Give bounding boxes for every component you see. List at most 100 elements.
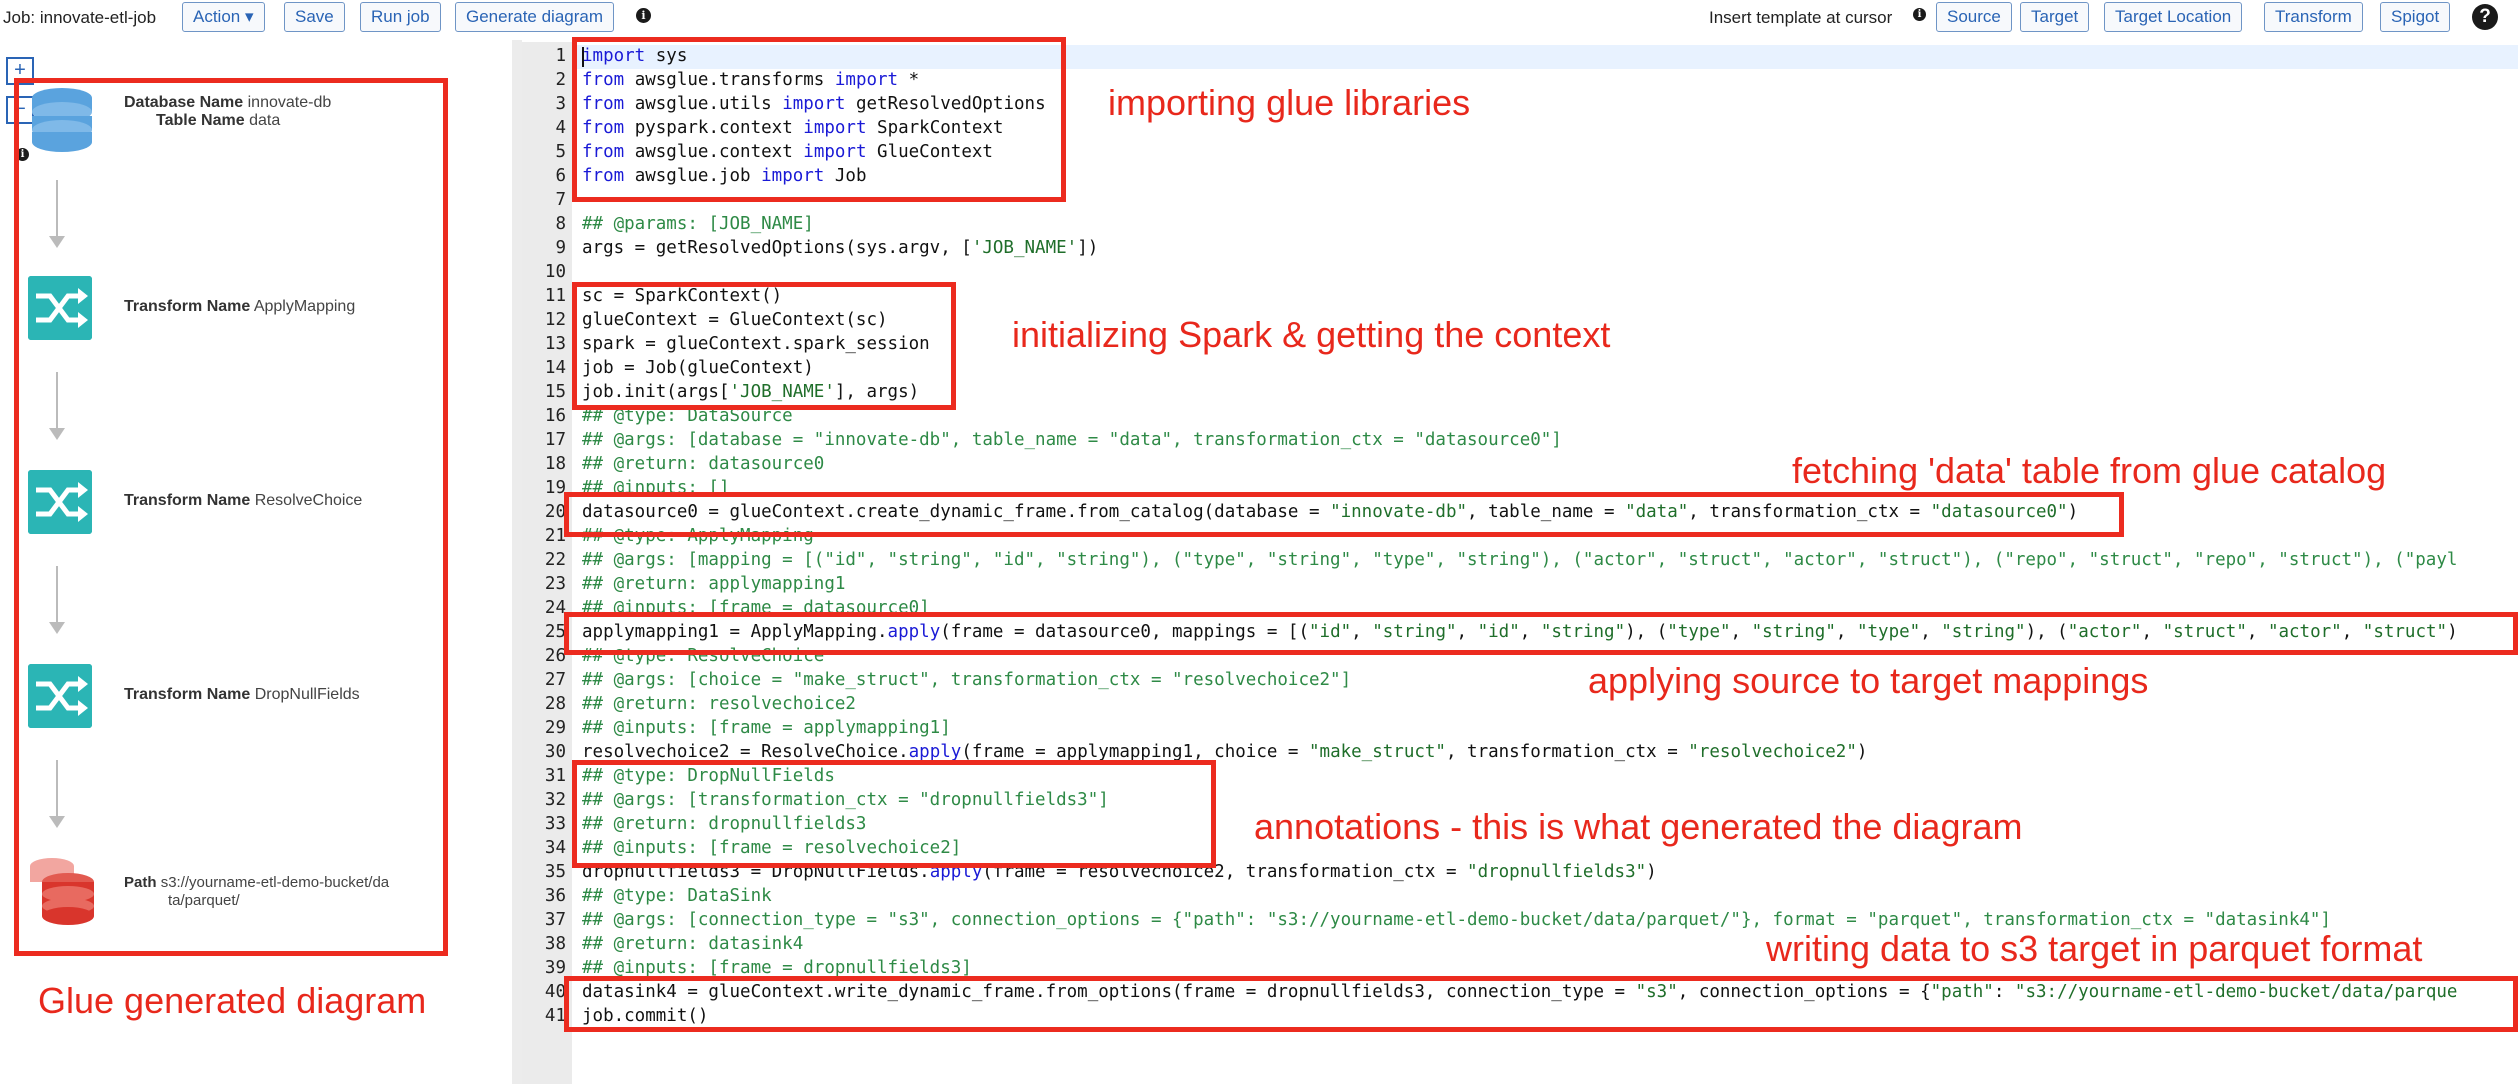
line-number: 27 [544,670,566,690]
line-number: 29 [544,718,566,738]
line-number: 31 [544,766,566,786]
code-token: import [761,166,825,186]
source-template-button[interactable]: Source [1936,2,2012,32]
code-line[interactable]: job = Job(glueContext) [582,358,814,378]
generate-diagram-button[interactable]: Generate diagram [455,2,615,32]
transform-name-key: Transform Name [124,686,251,703]
action-menu-button[interactable]: Action ▾ [182,2,265,32]
database-name-value: innovate-db [247,94,332,111]
code-token: , [1920,622,1942,642]
line-number: 38 [544,934,566,954]
code-line[interactable]: from awsglue.transforms import * [582,70,919,90]
code-token: "actor" [2067,622,2142,642]
line-number: 2 [555,70,566,90]
code-token: , table_name = [1467,502,1626,522]
code-token: , [1456,622,1478,642]
code-token: awsglue.job [624,166,762,186]
code-token: "string" [1372,622,1457,642]
code-token: "datasource0" [1930,502,2068,522]
code-line[interactable]: ## @return: resolvechoice2 [582,694,856,714]
line-number: 16 [544,406,566,426]
flow-arrow [49,566,65,634]
table-name-label: Table Name data [156,112,280,130]
code-line[interactable]: ## @inputs: [frame = resolvechoice2] [582,838,961,858]
code-line[interactable]: glueContext = GlueContext(sc) [582,310,888,330]
info-icon[interactable]: i [636,8,651,23]
target-location-template-button[interactable]: Target Location [2104,2,2243,32]
code-line[interactable]: from awsglue.context import GlueContext [582,142,993,162]
code-token: import [803,118,867,138]
help-icon[interactable]: ? [2472,4,2498,30]
code-token: "struct" [2162,622,2247,642]
annotation-importing: importing glue libraries [1108,82,1471,123]
code-line[interactable]: job.commit() [582,1006,708,1026]
info-icon[interactable]: i [1913,8,1926,21]
table-name-key: Table Name [156,112,245,129]
code-line[interactable]: job.init(args['JOB_NAME'], args) [582,382,919,402]
code-line[interactable]: ## @args: [mapping = [("id", "string", "… [582,550,2457,570]
line-number: 14 [544,358,566,378]
code-line[interactable]: ## @inputs: [frame = dropnullfields3] [582,958,972,978]
code-token: pyspark.context [624,118,804,138]
code-token: import [834,70,899,90]
code-line[interactable]: from awsglue.job import Job [582,166,867,186]
code-line[interactable]: ## @type: DropNullFields [582,766,835,786]
code-line[interactable]: ## @args: [database = "innovate-db", tab… [582,430,1562,450]
code-line[interactable]: ## @return: datasink4 [582,934,803,954]
code-line[interactable]: from awsglue.utils import getResolvedOpt… [582,94,1046,114]
code-line[interactable]: sc = SparkContext() [582,286,782,306]
code-line[interactable]: resolvechoice2 = ResolveChoice.apply(fra… [582,742,1867,762]
line-number: 21 [544,526,566,546]
code-line[interactable]: ## @return: dropnullfields3 [582,814,866,834]
code-line[interactable]: applymapping1 = ApplyMapping.apply(frame… [582,622,2458,642]
line-number: 19 [544,478,566,498]
run-job-button[interactable]: Run job [360,2,441,32]
line-number: 36 [544,886,566,906]
code-line[interactable]: spark = glueContext.spark_session [582,334,930,354]
shuffle-icon[interactable] [28,470,92,534]
line-number: 28 [544,694,566,714]
code-token: datasource0 = glueContext.create_dynamic… [582,502,1331,522]
code-line[interactable]: ## @args: [choice = "make_struct", trans… [582,670,1351,690]
code-line[interactable]: datasource0 = glueContext.create_dynamic… [582,502,2078,522]
shuffle-icon[interactable] [28,276,92,340]
code-token: applymapping1 = ApplyMapping. [582,622,888,642]
transform-template-button[interactable]: Transform [2264,2,2363,32]
database-icon[interactable] [28,84,96,152]
code-token: "innovate-db" [1330,502,1468,522]
save-button[interactable]: Save [284,2,345,32]
zoom-in-button[interactable]: + [6,57,34,85]
code-line[interactable]: ## @args: [transformation_ctx = "dropnul… [582,790,1109,810]
code-line[interactable]: import sys [582,46,687,66]
s3-bucket-icon[interactable] [26,856,98,926]
code-line[interactable]: ## @args: [connection_type = "s3", conne… [582,910,2331,930]
line-number: 11 [544,286,566,306]
code-line[interactable]: dropnullfields3 = DropNullFields.apply(f… [582,862,1657,882]
code-line[interactable]: ## @inputs: [] [582,478,730,498]
code-line[interactable]: ## @return: datasource0 [582,454,824,474]
code-line[interactable]: ## @type: DataSink [582,886,772,906]
code-token: , transformation_ctx = [1445,742,1689,762]
line-number: 40 [544,982,566,1002]
code-line[interactable]: ## @type: ResolveChoice [582,646,824,666]
code-line[interactable]: from pyspark.context import SparkContext [582,118,1003,138]
code-line[interactable]: datasink4 = glueContext.write_dynamic_fr… [582,982,2457,1002]
panel-divider[interactable] [512,40,522,1084]
line-number: 13 [544,334,566,354]
spigot-template-button[interactable]: Spigot [2380,2,2451,32]
code-token: args = getResolvedOptions(sys.argv, [ [582,238,972,258]
code-line[interactable]: ## @type: ApplyMapping [582,526,814,546]
target-template-button[interactable]: Target [2020,2,2090,32]
code-token: import [582,46,646,66]
code-line[interactable]: ## @inputs: [frame = applymapping1] [582,718,951,738]
transform-name-value: DropNullFields [254,686,360,703]
code-line[interactable]: ## @params: [JOB_NAME] [582,214,814,234]
line-number: 24 [544,598,566,618]
shuffle-icon[interactable] [28,664,92,728]
code-line[interactable]: ## @return: applymapping1 [582,574,845,594]
code-token: "dropnullfields3" [1467,862,1647,882]
code-line[interactable]: ## @inputs: [frame = datasource0] [582,598,930,618]
code-line[interactable]: args = getResolvedOptions(sys.argv, ['JO… [582,238,1098,258]
code-line[interactable]: ## @type: DataSource [582,406,793,426]
line-number: 39 [544,958,566,978]
